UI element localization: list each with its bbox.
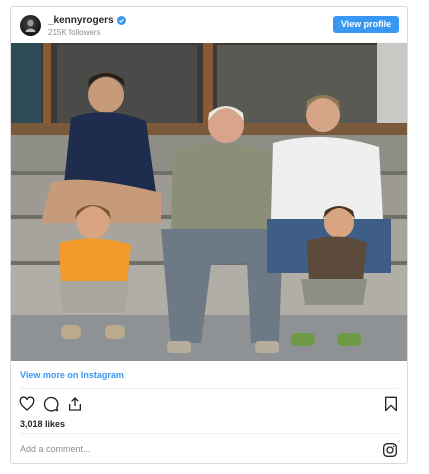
- like-count[interactable]: 3,018 likes: [20, 419, 65, 429]
- view-more-link[interactable]: View more on Instagram: [20, 370, 124, 380]
- post-photo[interactable]: [11, 43, 407, 361]
- divider: [20, 433, 398, 434]
- avatar[interactable]: [20, 15, 41, 36]
- username[interactable]: _kennyrogers: [48, 15, 114, 26]
- share-icon[interactable]: [67, 396, 83, 412]
- comment-icon[interactable]: [43, 396, 59, 412]
- divider: [20, 388, 398, 389]
- post-header: _kennyrogers 215K followers View profile: [11, 7, 407, 43]
- instagram-logo-icon[interactable]: [382, 442, 398, 458]
- post-actions: [19, 396, 83, 412]
- heart-icon[interactable]: [19, 396, 35, 412]
- verified-badge-icon: [116, 16, 126, 25]
- follower-count: 215K followers: [48, 28, 101, 37]
- instagram-embed: _kennyrogers 215K followers View profile: [10, 6, 408, 464]
- username-row: _kennyrogers: [48, 15, 126, 26]
- view-profile-button[interactable]: View profile: [333, 16, 399, 33]
- add-comment-input[interactable]: Add a comment...: [20, 444, 91, 454]
- bookmark-icon[interactable]: [384, 396, 398, 412]
